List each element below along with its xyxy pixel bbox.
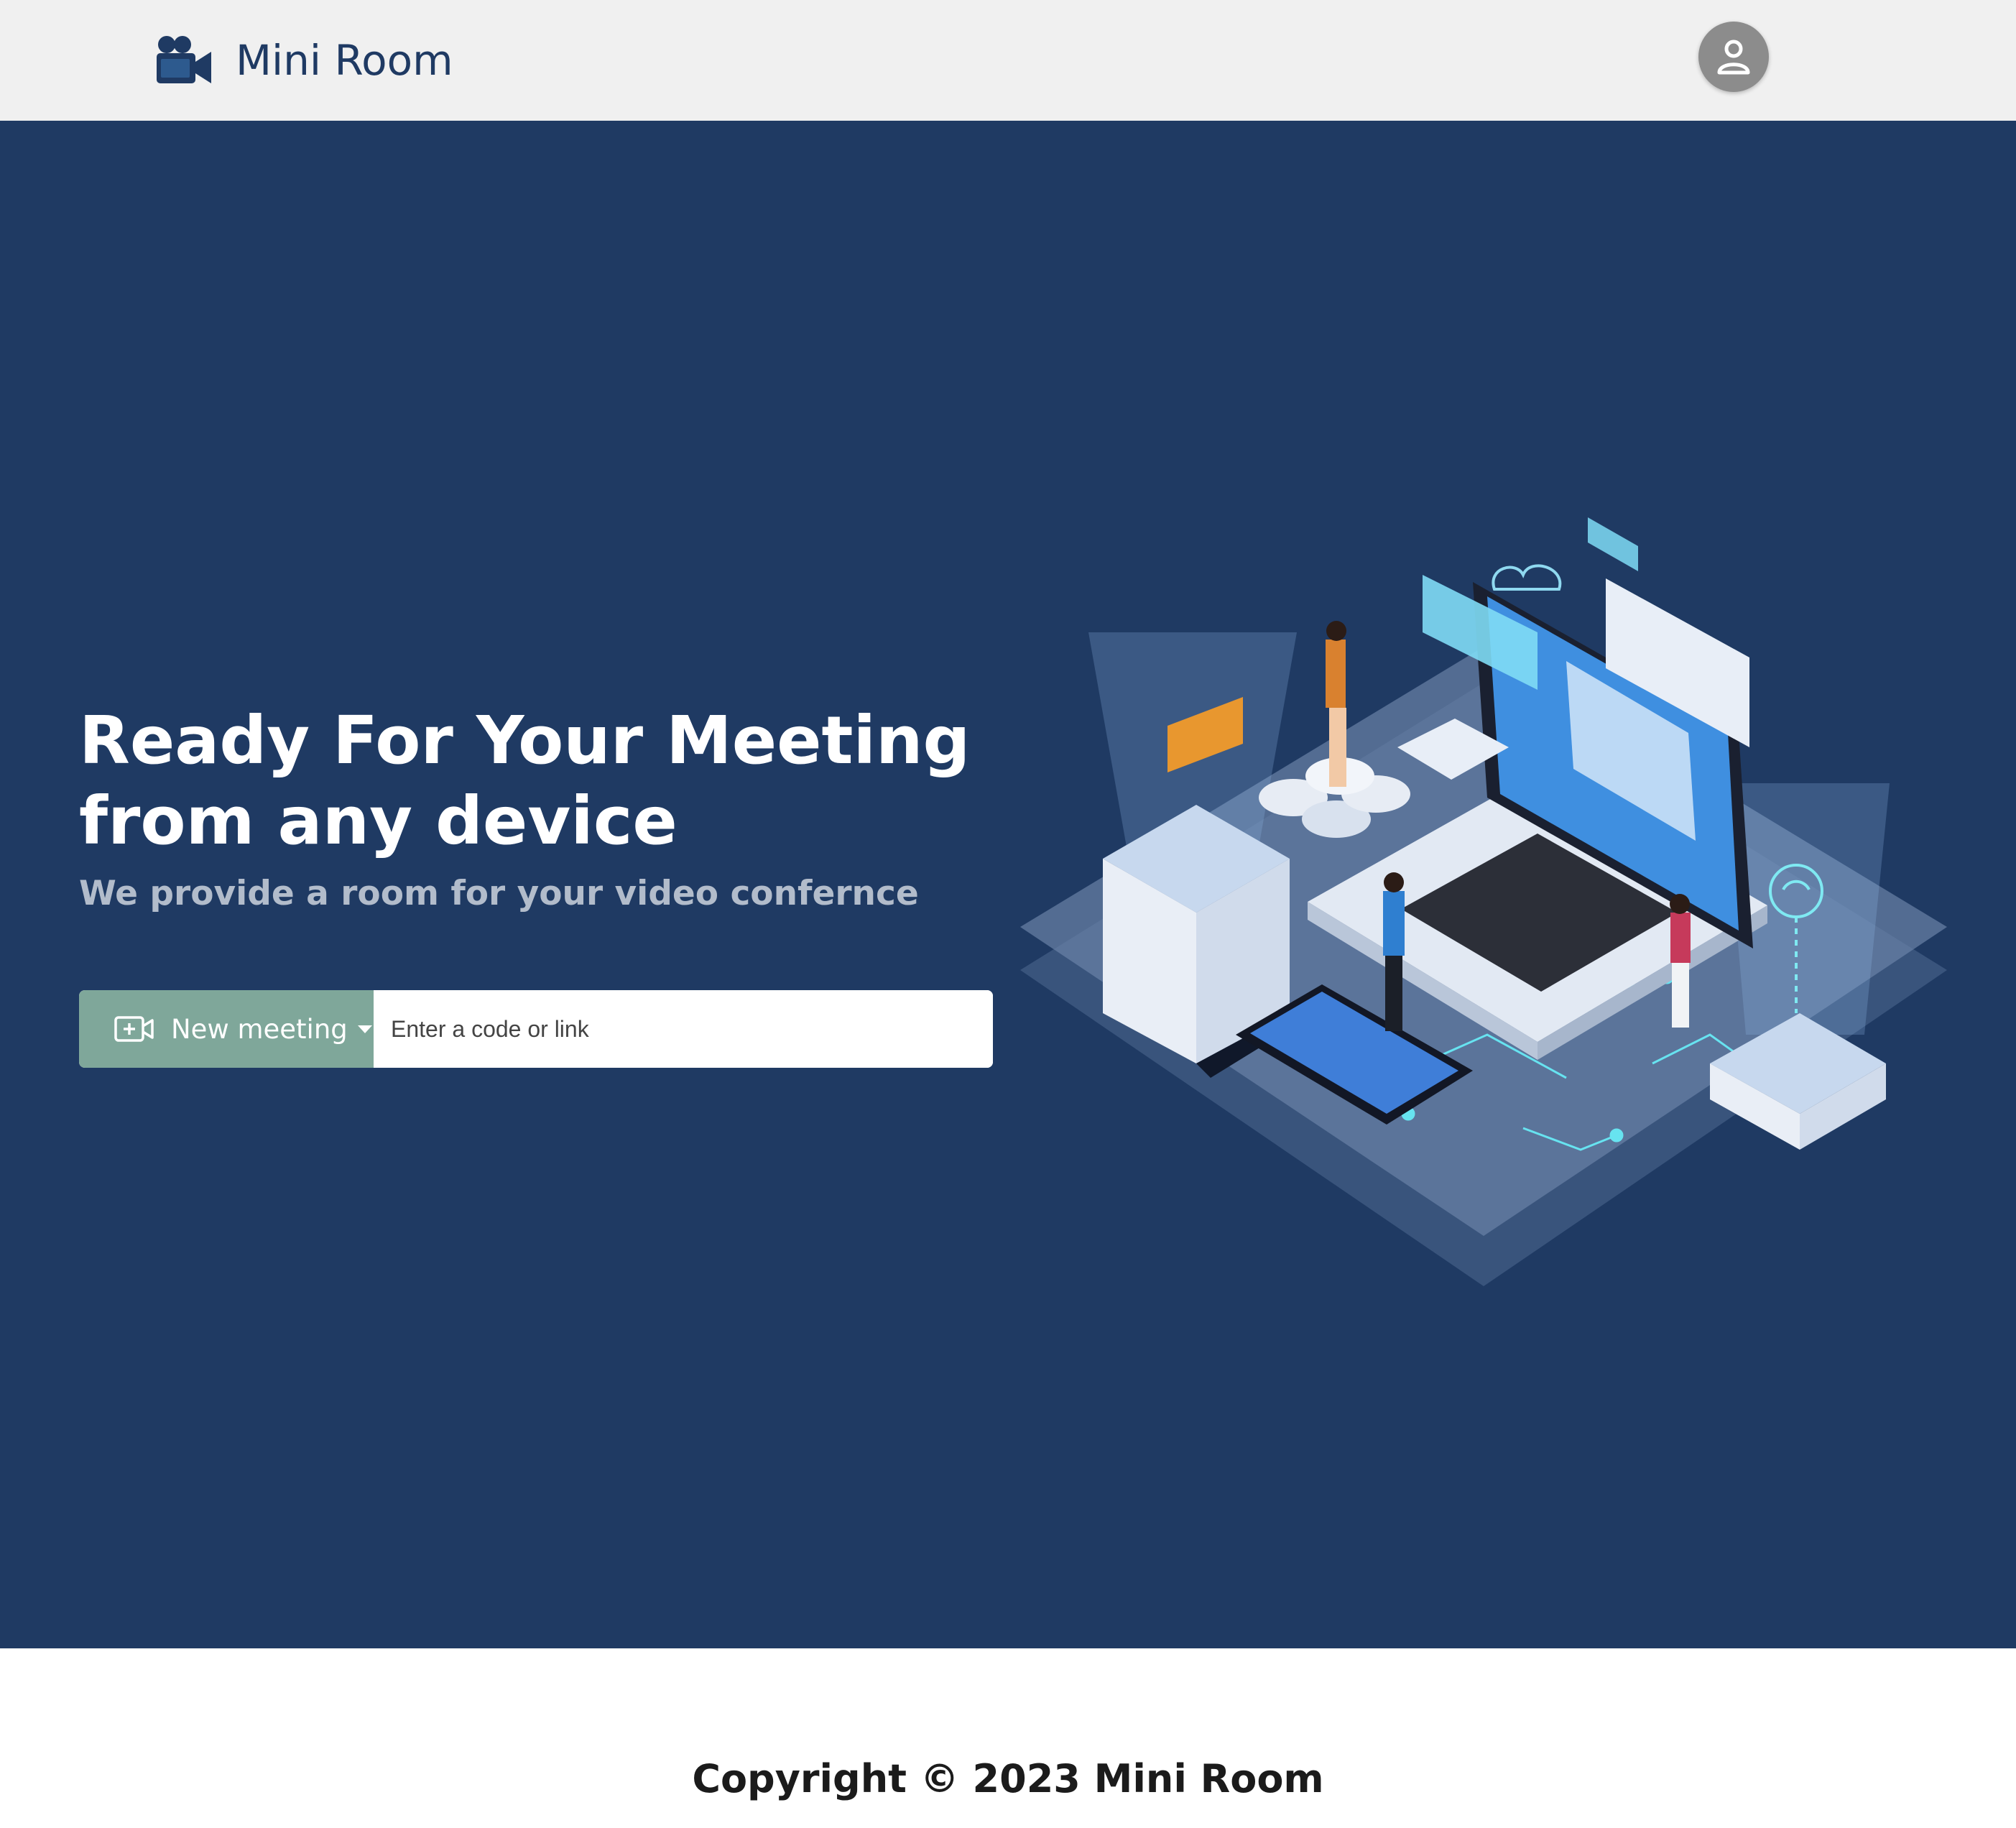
user-avatar-button[interactable]: [1698, 22, 1769, 92]
navbar: Mini Room: [0, 0, 2016, 121]
footer: Copyright © 2023 Mini Room: [0, 1648, 2016, 1828]
copyright-text: Copyright © 2023 Mini Room: [692, 1756, 1324, 1801]
hero-headline: Ready For Your Meeting from any device: [79, 701, 1013, 862]
app-title: Mini Room: [236, 36, 453, 85]
new-meeting-button[interactable]: New meeting: [79, 990, 374, 1068]
hero-subheadline: We provide a room for your video confern…: [79, 874, 919, 913]
headline-line-2: from any device: [79, 783, 678, 859]
headline-line-1: Ready For Your Meeting: [79, 702, 971, 779]
video-add-icon: [114, 1016, 154, 1042]
isometric-illustration: [1020, 517, 1947, 1286]
chevron-down-icon: [357, 1025, 372, 1033]
new-meeting-label: New meeting: [171, 1013, 348, 1045]
user-icon: [1717, 40, 1750, 75]
join-meeting-form: New meeting: [79, 990, 993, 1068]
video-camera-icon: [157, 36, 211, 83]
cloud-icon: [1492, 564, 1562, 591]
brand-logo[interactable]: Mini Room: [155, 27, 453, 93]
meeting-code-input[interactable]: [374, 990, 993, 1068]
